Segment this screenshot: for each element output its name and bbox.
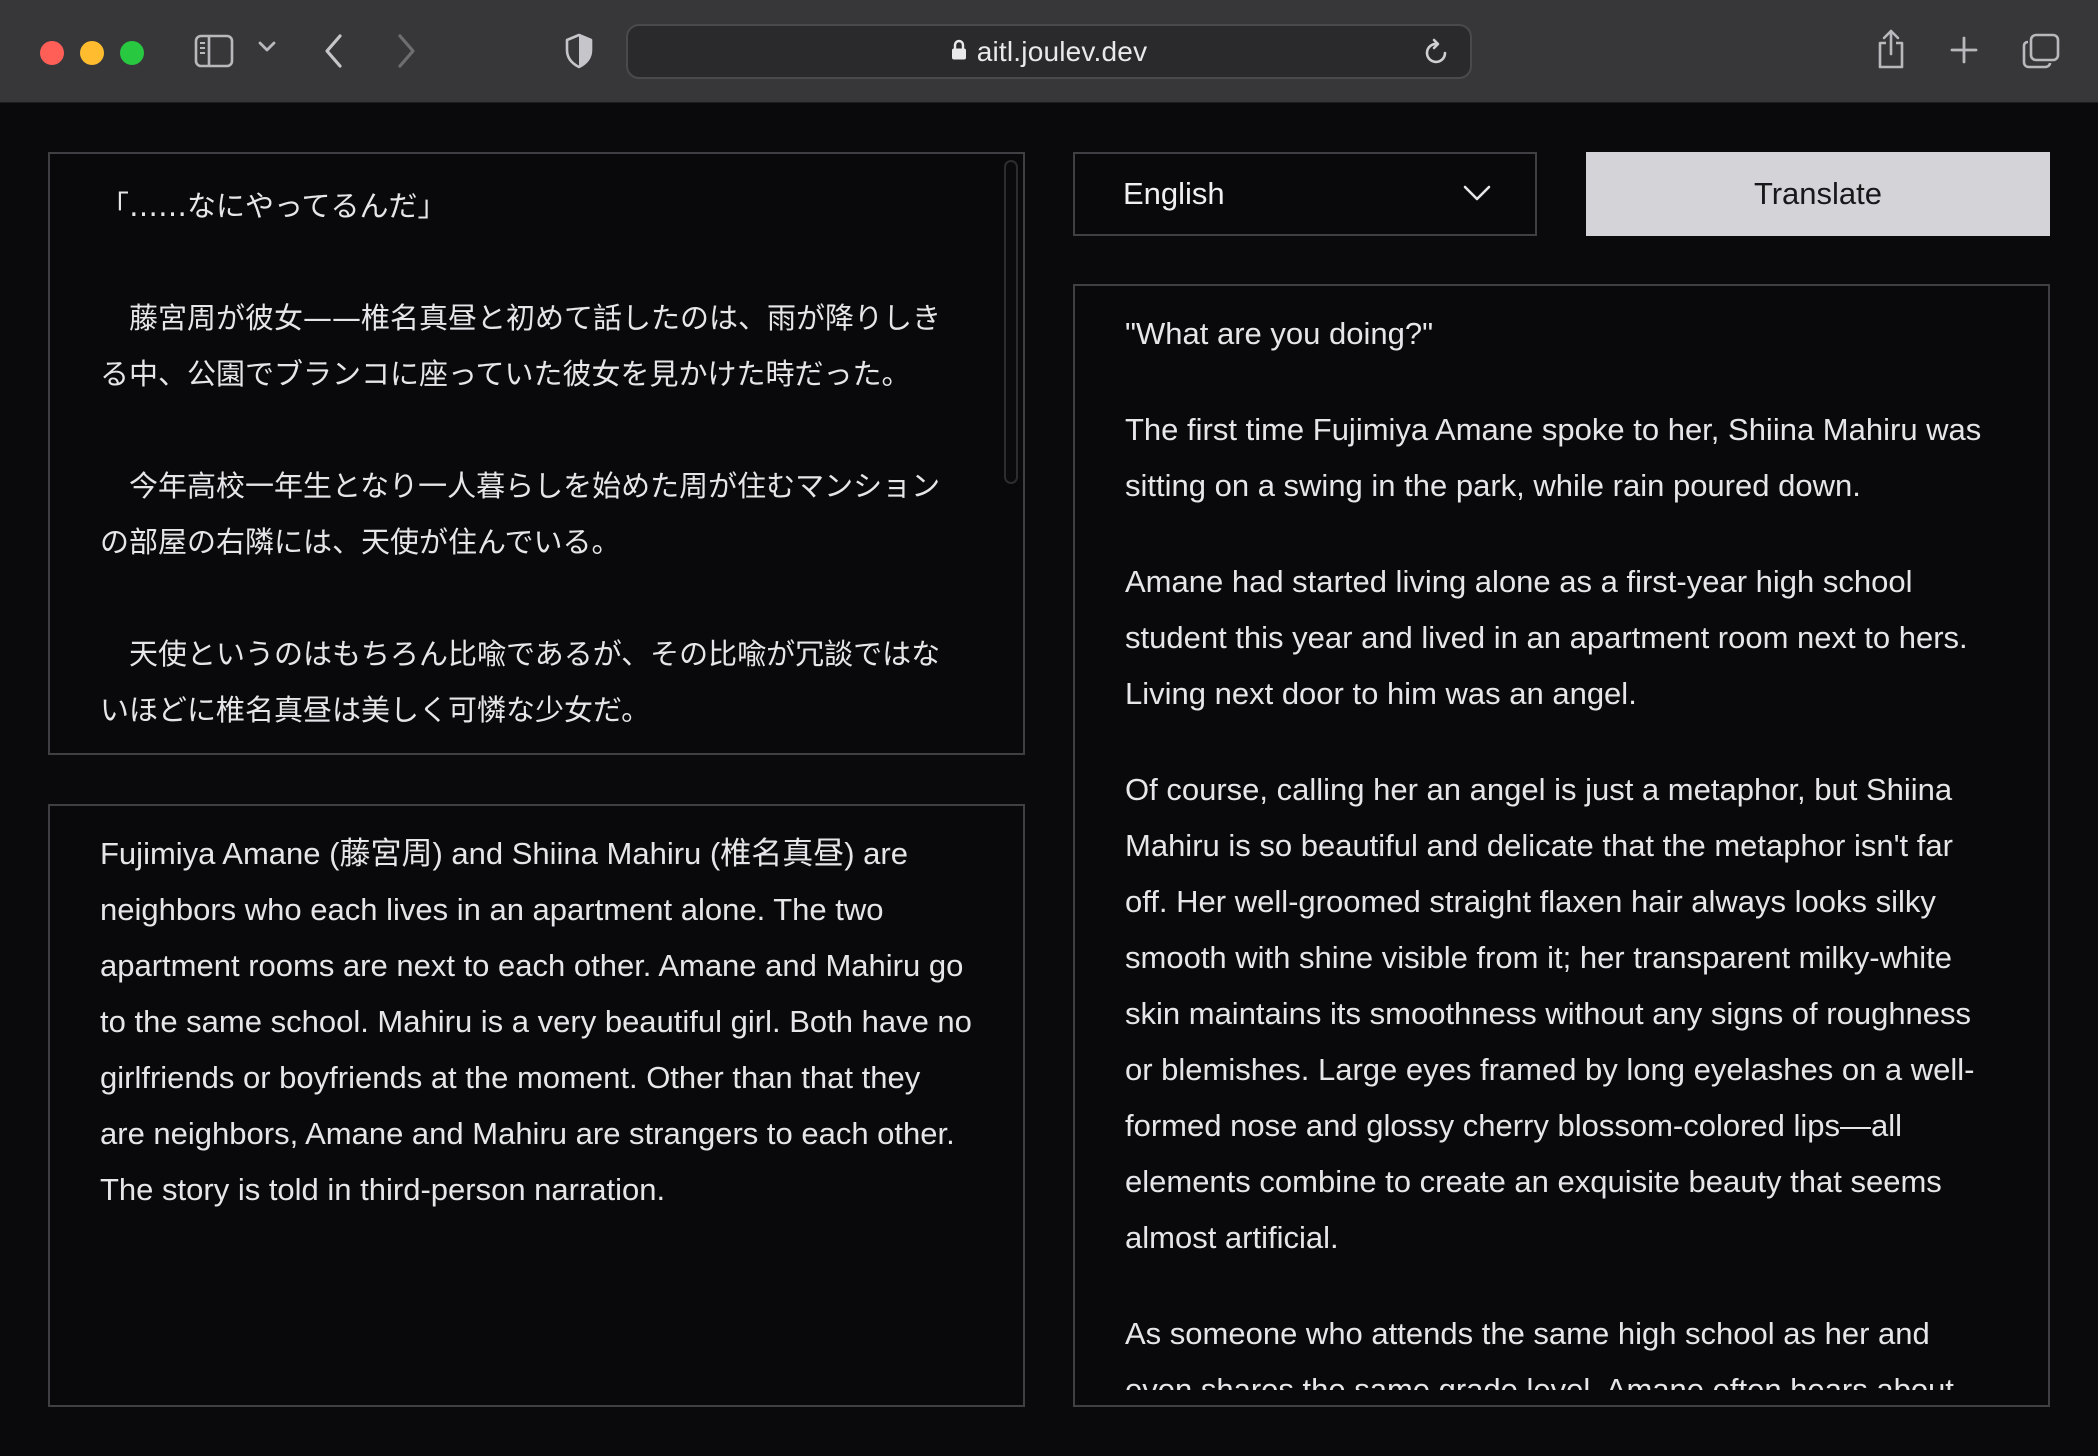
context-text-content: Fujimiya Amane (藤宮周) and Shiina Mahiru (… xyxy=(100,836,972,1207)
source-paragraph: 天使というのはもちろん比喩であるが、その比喩が冗談ではないほどに椎名真昼は美しく… xyxy=(100,637,941,727)
reload-icon[interactable] xyxy=(1424,38,1450,70)
output-paragraph: "What are you doing?" xyxy=(1125,316,1434,351)
source-paragraph: 「……なにやってるんだ」 xyxy=(100,189,447,223)
chevron-down-icon[interactable] xyxy=(258,40,276,54)
chevron-down-icon xyxy=(1463,184,1491,206)
selected-language: English xyxy=(1123,176,1225,211)
source-text-content: 「……なにやってるんだ」 藤宮周が彼女——椎名真昼と初めて話したのは、雨が降りし… xyxy=(50,154,1023,738)
output-paragraph: Amane had started living alone as a firs… xyxy=(1125,564,1968,711)
source-paragraph: 藤宮周が彼女——椎名真昼と初めて話したのは、雨が降りしきる中、公園でブランコに座… xyxy=(100,301,942,391)
plus-icon[interactable] xyxy=(1950,36,1978,64)
translation-output-content: "What are you doing?" The first time Fuj… xyxy=(1075,286,2048,1390)
minimize-window-button[interactable] xyxy=(80,41,104,65)
zoom-window-button[interactable] xyxy=(120,41,144,65)
context-text-input[interactable]: Fujimiya Amane (藤宮周) and Shiina Mahiru (… xyxy=(48,804,1025,1407)
source-scrollbar-thumb[interactable] xyxy=(1004,160,1018,484)
address-bar[interactable]: aitl.joulev.dev xyxy=(626,24,1472,79)
share-icon[interactable] xyxy=(1875,28,1907,70)
shield-icon[interactable] xyxy=(564,33,594,69)
output-paragraph: Of course, calling her an angel is just … xyxy=(1125,772,1975,1255)
translation-output-viewport: "What are you doing?" The first time Fuj… xyxy=(1075,286,2048,1390)
sidebar-icon[interactable] xyxy=(194,34,234,68)
tabs-overview-icon[interactable] xyxy=(2022,33,2060,69)
output-paragraph: As someone who attends the same high sch… xyxy=(1125,1316,1954,1390)
url-text: aitl.joulev.dev xyxy=(976,35,1148,67)
source-paragraph: 今年高校一年生となり一人暮らしを始めた周が住むマンションの部屋の右隣には、天使が… xyxy=(100,469,941,559)
browser-toolbar: aitl.joulev.dev xyxy=(0,0,2098,103)
chevron-right-icon[interactable] xyxy=(394,32,418,70)
close-window-button[interactable] xyxy=(40,41,64,65)
output-paragraph: The first time Fujimiya Amane spoke to h… xyxy=(1125,412,1982,503)
source-scrollbar[interactable] xyxy=(1001,154,1023,753)
lock-icon xyxy=(951,39,967,65)
source-text-input[interactable]: 「……なにやってるんだ」 藤宮周が彼女——椎名真昼と初めて話したのは、雨が降りし… xyxy=(48,152,1025,755)
translation-output[interactable]: "What are you doing?" The first time Fuj… xyxy=(1073,284,2050,1407)
translate-button[interactable]: Translate xyxy=(1586,152,2050,236)
target-language-select[interactable]: English xyxy=(1073,152,1537,236)
chevron-left-icon[interactable] xyxy=(322,32,346,70)
